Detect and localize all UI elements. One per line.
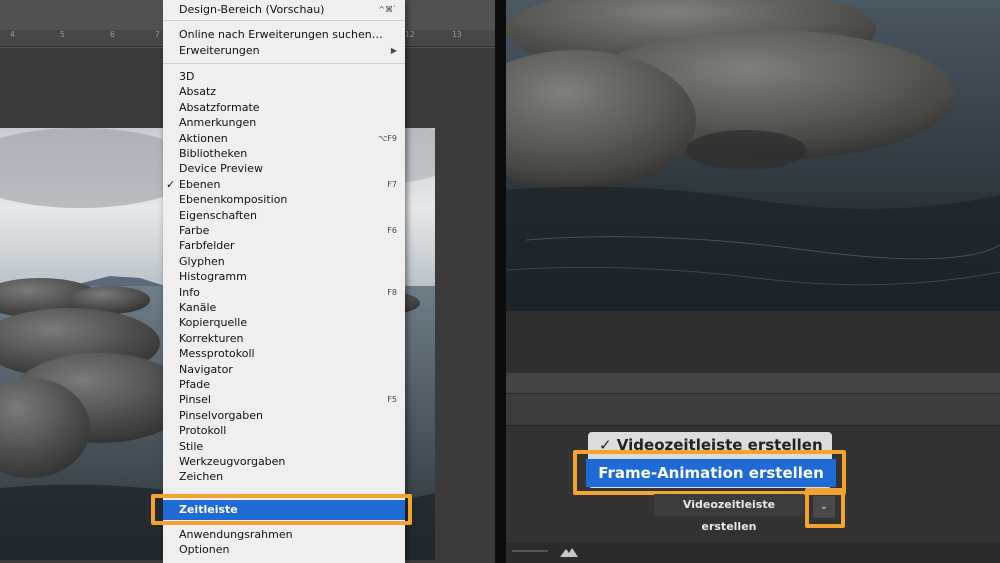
menu-item-absatzformate[interactable]: Absatzformate xyxy=(163,100,405,115)
panel-divider xyxy=(495,0,506,563)
mountain-icon[interactable] xyxy=(560,546,578,558)
menu-item-label: Kanäle xyxy=(179,301,217,314)
menu-separator xyxy=(163,63,405,64)
menu-item-label: Farbe xyxy=(179,224,210,237)
canvas-image-zoomed xyxy=(506,0,1000,311)
menu-item-online-erweiterungen[interactable]: Online nach Erweiterungen suchen… xyxy=(163,27,405,42)
menu-shortcut: F6 xyxy=(387,226,397,235)
menu-item-kanäle[interactable]: Kanäle xyxy=(163,300,405,315)
menu-item-label: Device Preview xyxy=(179,162,263,176)
menu-item-label: Anmerkungen xyxy=(179,116,257,130)
menu-item-messprotokoll[interactable]: Messprotokoll xyxy=(163,346,405,361)
menu-item-korrekturen[interactable]: Korrekturen xyxy=(163,331,405,346)
menu-item-kopierquelle[interactable]: Kopierquelle xyxy=(163,315,405,330)
menu-item-label: Eigenschaften xyxy=(179,208,257,222)
menu-item-protokoll[interactable]: Protokoll xyxy=(163,423,405,438)
checkmark-icon: ✓ xyxy=(166,177,176,191)
ruler-tick: 12 xyxy=(405,30,415,39)
menu-shortcut: F5 xyxy=(387,395,397,405)
menu-item-label: Kopierquelle xyxy=(179,316,248,330)
menu-item-label: Info xyxy=(179,285,200,299)
menu-separator xyxy=(163,20,405,21)
menu-item-design-bereich[interactable]: Design-Bereich (Vorschau) ^⌘` xyxy=(163,2,405,17)
menu-item-farbe[interactable]: Farbe F6 xyxy=(163,223,405,238)
ruler-tick: 13 xyxy=(452,30,462,39)
menu-item-label: Absatz xyxy=(179,85,217,99)
menu-item-histogramm[interactable]: Histogramm xyxy=(163,269,405,284)
menu-item-label: Ebenen xyxy=(179,177,221,191)
menu-item-bibliotheken[interactable]: Bibliotheken xyxy=(163,146,405,161)
menu-shortcut: F8 xyxy=(387,287,397,297)
menu-item-anwendungsrahmen[interactable]: Anwendungsrahmen xyxy=(163,527,405,542)
menu-shortcut: ⌥F9 xyxy=(378,133,397,143)
rocks-photo xyxy=(506,0,1000,311)
menu-item-label: 3D xyxy=(179,70,195,83)
menu-item-stile[interactable]: Stile xyxy=(163,439,405,454)
panel-tab-strip xyxy=(506,373,1000,393)
menu-item-label: Bibliotheken xyxy=(179,147,248,160)
ruler-tick: 6 xyxy=(110,30,115,39)
highlight-frame-zeitleiste xyxy=(151,494,412,525)
menu-item-glyphen[interactable]: Glyphen xyxy=(163,254,405,269)
menu-item-3d[interactable]: 3D xyxy=(163,69,405,84)
menu-item-label: Pinsel xyxy=(179,393,211,407)
timeline-header xyxy=(506,393,1000,426)
menu-item-pinselvorgaben[interactable]: Pinselvorgaben xyxy=(163,408,405,423)
menu-item-label: Glyphen xyxy=(179,254,225,268)
ruler-tick: 7 xyxy=(155,30,160,39)
menu-item-ebenen[interactable]: ✓ Ebenen F7 xyxy=(163,177,405,192)
menu-item-device-preview[interactable]: Device Preview xyxy=(163,161,405,176)
menu-item-label: Absatzformate xyxy=(179,100,260,114)
submenu-arrow-icon: ▶ xyxy=(390,46,397,55)
menu-item-pfade[interactable]: Pfade xyxy=(163,377,405,392)
menu-item-zeichen[interactable]: Zeichen xyxy=(163,469,405,484)
highlight-dropdown xyxy=(805,488,845,528)
menu-item-aktionen[interactable]: Aktionen ⌥F9 xyxy=(163,131,405,146)
menu-item-label: Aktionen xyxy=(179,131,228,145)
menu-item-label: Messprotokoll xyxy=(179,347,255,361)
menu-item-eigenschaften[interactable]: Eigenschaften xyxy=(163,208,405,223)
menu-item-label: Korrekturen xyxy=(179,331,244,345)
menu-item-label: Protokoll xyxy=(179,424,227,438)
menu-item-absatz[interactable]: Absatz xyxy=(163,84,405,99)
create-video-timeline-button[interactable]: Videozeitleiste erstellen xyxy=(654,494,804,533)
menu-item-label: Zeichen xyxy=(179,470,224,484)
window-menu: Design-Bereich (Vorschau) ^⌘` Online nac… xyxy=(163,0,405,563)
menu-item-anmerkungen[interactable]: Anmerkungen xyxy=(163,115,405,130)
menu-shortcut: F7 xyxy=(387,179,397,189)
menu-item-label: Werkzeugvorgaben xyxy=(179,455,286,468)
zoom-slider-track[interactable] xyxy=(512,550,548,552)
timeline-bottom-bar xyxy=(506,543,1000,563)
menu-item-label: Histogramm xyxy=(179,270,247,284)
menu-item-werkzeugvorgaben[interactable]: Werkzeugvorgaben xyxy=(163,454,405,469)
panel-band xyxy=(506,311,1000,373)
menu-item-navigator[interactable]: Navigator xyxy=(163,362,405,377)
menu-item-pinsel[interactable]: Pinsel F5 xyxy=(163,392,405,407)
menu-item-label: Navigator xyxy=(179,362,233,376)
menu-item-label: Farbfelder xyxy=(179,239,235,253)
menu-item-label: Stile xyxy=(179,439,204,453)
menu-item-info[interactable]: Info F8 xyxy=(163,285,405,300)
menu-item-ebenenkomposition[interactable]: Ebenenkomposition xyxy=(163,192,405,207)
menu-item-label: Pfade xyxy=(179,378,210,391)
menu-item-optionen[interactable]: Optionen xyxy=(163,542,405,557)
ruler-tick: 5 xyxy=(60,30,65,39)
menu-item-label: Pinselvorgaben xyxy=(179,408,263,422)
ruler-tick: 4 xyxy=(10,30,15,39)
menu-item-erweiterungen[interactable]: Erweiterungen ▶ xyxy=(163,43,405,58)
menu-item-label: Ebenenkomposition xyxy=(179,193,288,207)
menu-item-farbfelder[interactable]: Farbfelder xyxy=(163,238,405,253)
